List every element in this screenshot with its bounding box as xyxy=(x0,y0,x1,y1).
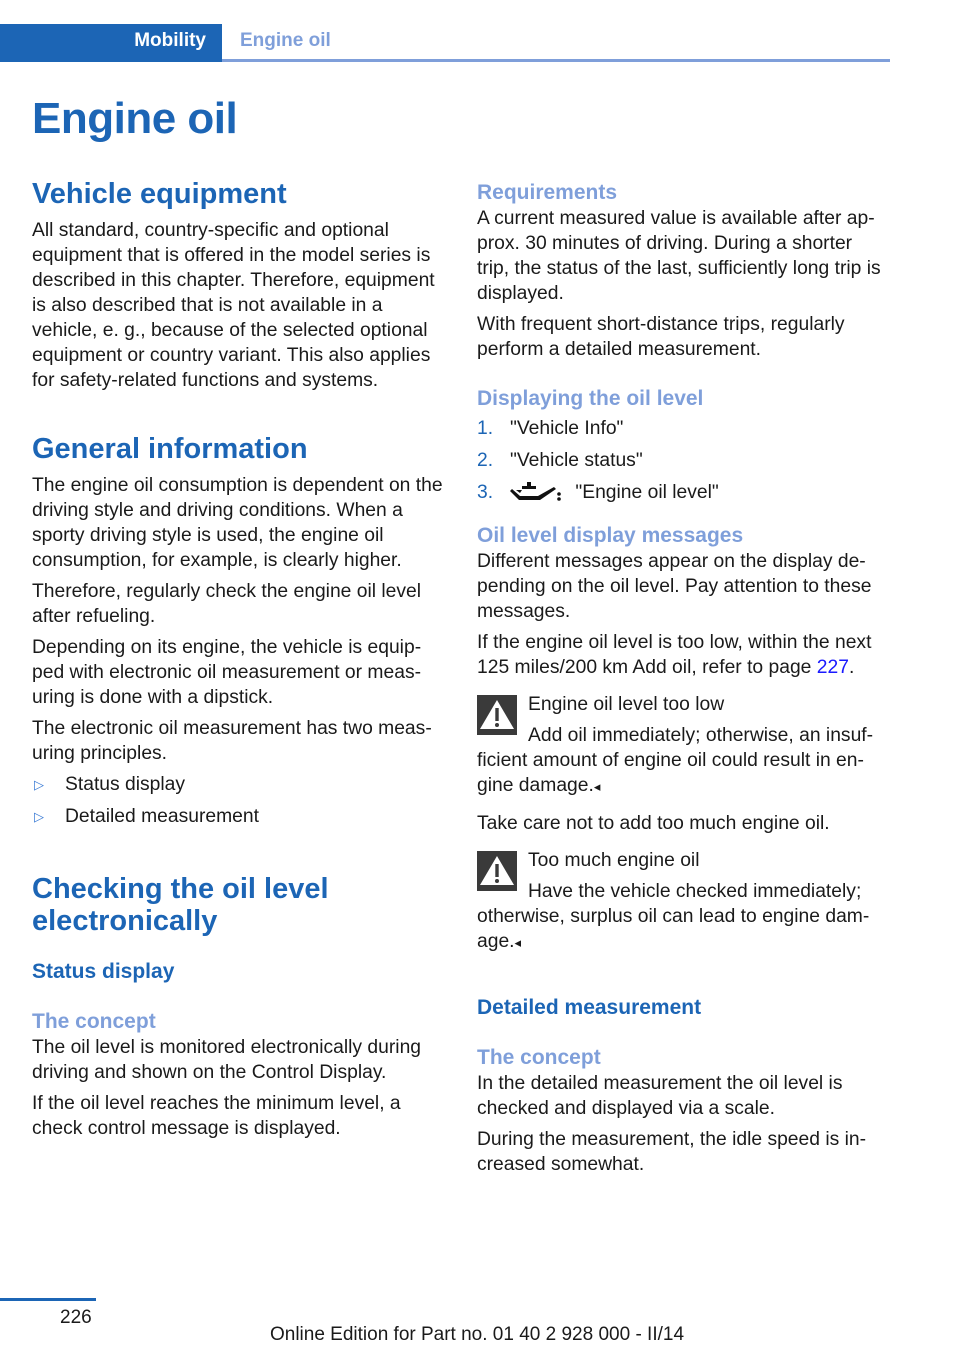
header-section-tab: Mobility xyxy=(0,24,222,62)
measuring-principles-list: ▷ Status display ▷ Detailed measurement xyxy=(32,772,444,829)
header-section-label: Mobility xyxy=(134,30,206,51)
step-number: 3. xyxy=(477,482,494,503)
list-item: ▷ Status display xyxy=(32,772,444,797)
step-text: "Vehicle status" xyxy=(510,450,643,471)
header-chapter-label: Engine oil xyxy=(240,30,331,51)
paragraph: Take care not to add too much engine oil… xyxy=(477,813,830,834)
paragraph: Therefore, regularly check the engine oi… xyxy=(32,581,422,627)
left-column: Vehicle equipment All standard, country-… xyxy=(32,178,444,1147)
warning-body: Add oil immediately; otherwise, an insuf… xyxy=(477,723,889,799)
page-title: Engine oil xyxy=(32,94,238,143)
general-information-section: General information The engine oil consu… xyxy=(32,433,444,829)
paragraph: Different messages appear on the display… xyxy=(477,551,872,622)
step-text: "Vehicle Info" xyxy=(510,418,624,439)
warning-title: Engine oil level too low xyxy=(528,694,725,715)
end-mark-icon: ◂ xyxy=(514,935,522,950)
messages-section: Oil level display messages Different mes… xyxy=(477,523,889,955)
paragraph: The electronic oil measurement has two m… xyxy=(32,718,432,764)
end-mark-icon: ◂ xyxy=(593,779,601,794)
vehicle-equipment-text: All standard, country-specific and optio… xyxy=(32,220,435,391)
paragraph: The oil level is monitored electronicall… xyxy=(32,1037,422,1083)
warning-too-low: Engine oil level too low Add oil immedia… xyxy=(477,692,889,799)
requirements-section: Requirements A current measured value is… xyxy=(477,180,889,362)
displaying-section: Displaying the oil level 1. "Vehicle Inf… xyxy=(477,386,889,505)
concept-heading: The concept xyxy=(32,1010,156,1033)
checking-heading: Checking the oil level electronically xyxy=(32,873,329,937)
status-display-heading: Status display xyxy=(32,960,175,983)
checking-section: Checking the oil level electronically St… xyxy=(32,873,444,1141)
concept-heading: The concept xyxy=(477,1046,601,1069)
paragraph-text: If the engine oil level is too low, with… xyxy=(477,632,872,678)
list-item: ▷ Detailed measurement xyxy=(32,804,444,829)
footer-divider xyxy=(0,1298,96,1301)
paragraph: During the measurement, the idle speed i… xyxy=(477,1129,867,1175)
warning-title: Too much engine oil xyxy=(528,850,700,871)
warning-text: Add oil immediately; otherwise, an insuf… xyxy=(477,725,874,796)
paragraph: The engine oil consumption is dependent … xyxy=(32,475,443,571)
step-item: 3. "Engine oil level" xyxy=(477,480,889,505)
warning-too-much: Too much engine oil Have the vehicle che… xyxy=(477,848,889,955)
oil-can-icon xyxy=(510,482,561,501)
vehicle-equipment-section: Vehicle equipment All standard, country-… xyxy=(32,178,444,393)
vehicle-equipment-heading: Vehicle equipment xyxy=(32,178,287,210)
triangle-right-outline-icon: ▷ xyxy=(34,809,44,824)
step-number: 1. xyxy=(477,418,494,439)
page-reference-link[interactable]: 227 xyxy=(817,657,849,678)
step-text: "Engine oil level" xyxy=(575,482,719,503)
warning-icon xyxy=(477,695,517,735)
step-item: 2. "Vehicle status" xyxy=(477,448,889,473)
paragraph: A current measured value is available af… xyxy=(477,208,881,304)
step-item: 1. "Vehicle Info" xyxy=(477,416,889,441)
steps-list: 1. "Vehicle Info" 2. "Vehicle status" 3.… xyxy=(477,416,889,505)
paragraph: With frequent short-distance trips, regu… xyxy=(477,314,845,360)
paragraph: If the oil level reaches the minimum lev… xyxy=(32,1093,401,1139)
list-item-text: Status display xyxy=(65,774,186,795)
messages-heading: Oil level display messages xyxy=(477,524,744,547)
warning-text: Have the vehicle checked immediately; ot… xyxy=(477,881,870,952)
paragraph-text: . xyxy=(848,657,855,678)
general-information-heading: General information xyxy=(32,433,308,465)
paragraph: In the detailed measurement the oil leve… xyxy=(477,1073,843,1119)
detailed-measurement-section: Detailed measurement The concept In the … xyxy=(477,995,889,1177)
detailed-measurement-heading: Detailed measurement xyxy=(477,996,702,1019)
triangle-right-outline-icon: ▷ xyxy=(34,777,44,792)
step-number: 2. xyxy=(477,450,494,471)
header-divider xyxy=(222,59,890,62)
paragraph: If the engine oil level is too low, with… xyxy=(477,630,889,680)
warning-icon xyxy=(477,851,517,891)
right-column: Requirements A current measured value is… xyxy=(477,180,889,1183)
warning-body: Have the vehicle checked immediately; ot… xyxy=(477,879,889,955)
requirements-heading: Requirements xyxy=(477,181,618,204)
edition-text: Online Edition for Part no. 01 40 2 928 … xyxy=(269,1324,685,1345)
list-item-text: Detailed measurement xyxy=(65,806,259,827)
displaying-heading: Displaying the oil level xyxy=(477,387,704,410)
paragraph: Depending on its engine, the vehicle is … xyxy=(32,637,422,708)
